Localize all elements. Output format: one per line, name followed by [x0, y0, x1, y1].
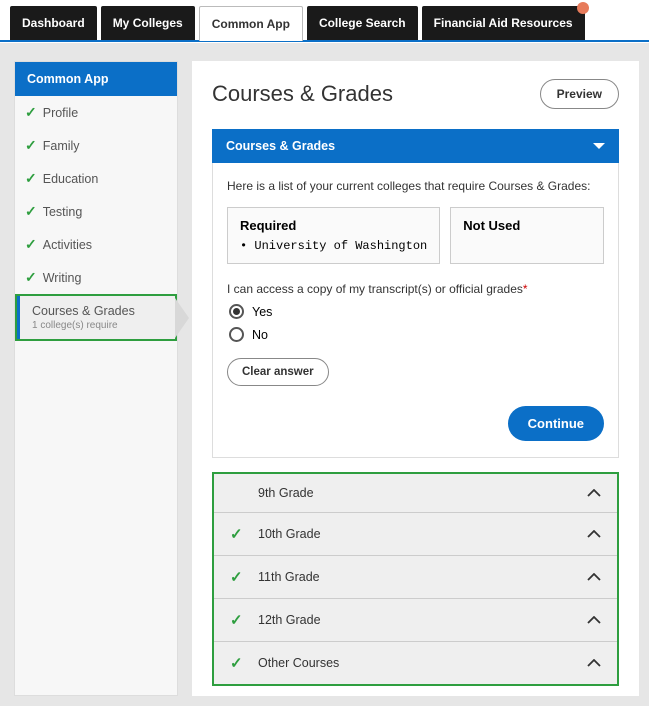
- sidebar-item-label: Writing: [43, 271, 82, 285]
- tab-my-colleges[interactable]: My Colleges: [101, 6, 195, 41]
- required-notused-row: Required University of Washington Not Us…: [227, 207, 604, 264]
- tab-common-app[interactable]: Common App: [199, 6, 303, 41]
- tab-college-search[interactable]: College Search: [307, 6, 418, 41]
- check-icon: ✓: [25, 236, 37, 253]
- radio-yes-row[interactable]: Yes: [229, 304, 604, 319]
- check-icon: ✓: [25, 170, 37, 187]
- radio-yes[interactable]: [229, 304, 244, 319]
- required-item: University of Washington: [240, 239, 427, 253]
- grade-label: 9th Grade: [258, 486, 314, 500]
- check-icon: ✓: [230, 611, 246, 629]
- check-icon: ✓: [25, 137, 37, 154]
- grade-row-10th[interactable]: ✓ 10th Grade: [214, 513, 617, 556]
- check-icon: ✓: [25, 104, 37, 121]
- chevron-up-icon: [587, 530, 601, 538]
- required-title: Required: [240, 218, 427, 233]
- question-text: I can access a copy of my transcript(s) …: [227, 282, 523, 296]
- grade-label: 11th Grade: [258, 570, 320, 584]
- required-star-icon: *: [523, 282, 528, 296]
- intro-text: Here is a list of your current colleges …: [227, 179, 604, 193]
- title-row: Courses & Grades Preview: [212, 79, 619, 109]
- sidebar-item-profile[interactable]: ✓ Profile: [15, 96, 177, 129]
- top-tabs: Dashboard My Colleges Common App College…: [0, 0, 649, 41]
- tab-financial-aid-label: Financial Aid Resources: [434, 16, 573, 30]
- grade-row-12th[interactable]: ✓ 12th Grade: [214, 599, 617, 642]
- not-used-title: Not Used: [463, 218, 591, 233]
- check-icon: ✓: [25, 269, 37, 286]
- sidebar-item-family[interactable]: ✓ Family: [15, 129, 177, 162]
- sidebar-item-courses-grades[interactable]: Courses & Grades 1 college(s) require: [17, 296, 175, 339]
- transcript-question: I can access a copy of my transcript(s) …: [227, 282, 604, 296]
- sidebar: Common App ✓ Profile ✓ Family ✓ Education ✓…: [14, 61, 178, 696]
- clear-answer-button[interactable]: Clear answer: [227, 358, 329, 386]
- sidebar-item-testing[interactable]: ✓ Testing: [15, 195, 177, 228]
- chevron-up-icon: [587, 616, 601, 624]
- panel-header-label: Courses & Grades: [226, 139, 335, 153]
- sidebar-item-label: Courses & Grades: [32, 304, 135, 318]
- sidebar-item-label: Education: [43, 172, 99, 186]
- radio-no[interactable]: [229, 327, 244, 342]
- radio-no-row[interactable]: No: [229, 327, 604, 342]
- continue-button[interactable]: Continue: [508, 406, 604, 441]
- app-body: Common App ✓ Profile ✓ Family ✓ Education ✓…: [0, 43, 649, 706]
- sidebar-item-label: Testing: [43, 205, 83, 219]
- check-icon: ✓: [230, 654, 246, 672]
- check-icon: ✓: [230, 568, 246, 586]
- sidebar-item-courses-grades-highlight: Courses & Grades 1 college(s) require: [15, 294, 177, 341]
- chevron-up-icon: [587, 659, 601, 667]
- main-content: Courses & Grades Preview Courses & Grade…: [192, 61, 639, 696]
- sidebar-item-label: Family: [43, 139, 80, 153]
- grade-label: Other Courses: [258, 656, 339, 670]
- sidebar-item-label: Activities: [43, 238, 92, 252]
- grades-list-highlight: 9th Grade ✓ 10th Grade ✓ 11th Grade ✓ 12…: [212, 472, 619, 686]
- chevron-down-icon: [593, 143, 605, 149]
- chevron-up-icon: [587, 489, 601, 497]
- radio-no-label: No: [252, 328, 268, 342]
- panel-header-courses-grades[interactable]: Courses & Grades: [212, 129, 619, 163]
- radio-yes-label: Yes: [252, 305, 272, 319]
- tab-dashboard[interactable]: Dashboard: [10, 6, 97, 41]
- notification-badge-icon: [577, 2, 589, 14]
- required-box: Required University of Washington: [227, 207, 440, 264]
- check-icon: ✓: [230, 525, 246, 543]
- grade-label: 12th Grade: [258, 613, 321, 627]
- sidebar-item-education[interactable]: ✓ Education: [15, 162, 177, 195]
- grade-label: 10th Grade: [258, 527, 321, 541]
- continue-row: Continue: [227, 406, 604, 441]
- sidebar-item-label: Profile: [43, 106, 78, 120]
- sidebar-item-writing[interactable]: ✓ Writing: [15, 261, 177, 294]
- panel-body: Here is a list of your current colleges …: [212, 163, 619, 458]
- not-used-box: Not Used: [450, 207, 604, 264]
- sidebar-item-subtext: 1 college(s) require: [32, 320, 135, 331]
- sidebar-item-activities[interactable]: ✓ Activities: [15, 228, 177, 261]
- chevron-up-icon: [587, 573, 601, 581]
- divider: [0, 40, 649, 42]
- preview-button[interactable]: Preview: [540, 79, 619, 109]
- grade-row-11th[interactable]: ✓ 11th Grade: [214, 556, 617, 599]
- sidebar-header: Common App: [15, 62, 177, 96]
- grade-row-9th[interactable]: 9th Grade: [214, 474, 617, 513]
- grade-row-other[interactable]: ✓ Other Courses: [214, 642, 617, 684]
- page-title: Courses & Grades: [212, 81, 393, 107]
- tab-financial-aid[interactable]: Financial Aid Resources: [422, 6, 585, 41]
- check-icon: ✓: [25, 203, 37, 220]
